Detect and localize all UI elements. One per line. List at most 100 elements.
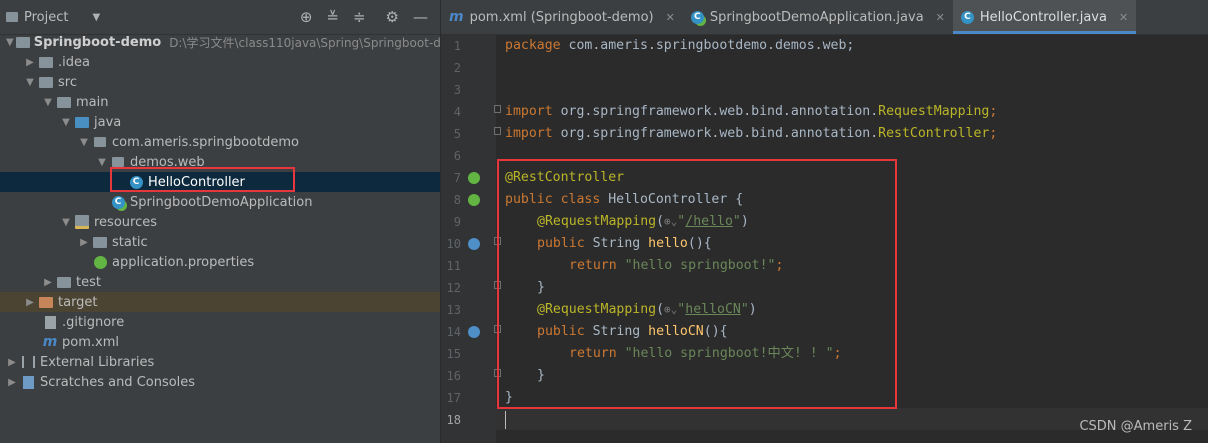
tree-item-test[interactable]: ▶ test bbox=[0, 272, 440, 292]
code-text: RestController bbox=[878, 126, 990, 141]
tree-item-springbootdemoapplication[interactable]: C SpringbootDemoApplication bbox=[0, 192, 440, 212]
close-icon[interactable]: ✕ bbox=[666, 11, 675, 24]
line-number: 14 bbox=[446, 325, 461, 339]
libraries-icon bbox=[21, 356, 35, 368]
gear-icon[interactable]: ⚙ bbox=[386, 8, 399, 26]
line-number: 6 bbox=[453, 149, 461, 163]
line-number: 13 bbox=[446, 303, 461, 317]
line-number: 16 bbox=[446, 369, 461, 383]
chevron-right-icon[interactable]: ▶ bbox=[78, 237, 90, 248]
line-number: 2 bbox=[453, 61, 461, 75]
tree-item-label: static bbox=[112, 234, 148, 250]
spring-bean-icon[interactable] bbox=[468, 194, 480, 206]
expand-all-icon[interactable]: ≚ bbox=[326, 8, 339, 26]
folder-icon bbox=[57, 276, 71, 288]
tree-item-label: Scratches and Consoles bbox=[40, 374, 196, 390]
tree-item-idea[interactable]: ▶ .idea bbox=[0, 52, 440, 72]
line-number: 11 bbox=[446, 259, 461, 273]
resources-folder-icon bbox=[75, 215, 89, 229]
tab-label: pom.xml (Springboot-demo) bbox=[469, 9, 654, 25]
tab-label: HelloController.java bbox=[979, 9, 1107, 25]
maven-icon: m bbox=[449, 9, 464, 25]
line-number: 8 bbox=[453, 193, 461, 207]
tree-item-label: target bbox=[58, 294, 98, 310]
fold-marker-icon[interactable] bbox=[494, 127, 501, 135]
folder-icon bbox=[93, 236, 107, 248]
chevron-down-icon[interactable]: ▼ bbox=[92, 12, 100, 23]
line-number: 18 bbox=[446, 413, 461, 427]
tree-item-target[interactable]: ▶ target bbox=[0, 292, 440, 312]
code-highlight-box bbox=[497, 159, 897, 409]
chevron-down-icon[interactable]: ▼ bbox=[60, 117, 72, 128]
tab-label: SpringbootDemoApplication.java bbox=[709, 9, 924, 25]
spring-class-icon: C bbox=[690, 10, 704, 24]
tree-item-application-properties[interactable]: application.properties bbox=[0, 252, 440, 272]
tab-hellocontroller[interactable]: C HelloController.java ✕ bbox=[952, 0, 1137, 34]
close-icon[interactable]: ✕ bbox=[936, 11, 945, 24]
tree-item-package-root[interactable]: ▼ com.ameris.springbootdemo bbox=[0, 132, 440, 152]
chevron-right-icon[interactable]: ▶ bbox=[6, 357, 18, 368]
line-number: 9 bbox=[453, 215, 461, 229]
module-folder-icon bbox=[15, 36, 30, 48]
package-icon bbox=[94, 137, 106, 147]
maven-icon: m bbox=[42, 334, 58, 350]
chevron-right-icon[interactable]: ▶ bbox=[24, 297, 36, 308]
chevron-right-icon[interactable]: ▶ bbox=[24, 57, 36, 68]
tree-item-gitignore[interactable]: .gitignore bbox=[0, 312, 440, 332]
spring-bean-icon[interactable] bbox=[468, 172, 480, 184]
tree-item-scratches[interactable]: ▶ Scratches and Consoles bbox=[0, 372, 440, 392]
highlight-box bbox=[110, 167, 295, 192]
source-folder-icon bbox=[75, 116, 89, 128]
code-line-1: package com.ameris.springbootdemo.demos.… bbox=[505, 35, 854, 57]
chevron-down-icon[interactable]: ▼ bbox=[60, 217, 72, 228]
keyword: import bbox=[505, 126, 553, 141]
tree-item-resources[interactable]: ▼ resources bbox=[0, 212, 440, 232]
tree-item-label: main bbox=[76, 94, 109, 110]
watermark: CSDN @Ameris Z bbox=[1079, 419, 1192, 434]
code-text: org.springframework.web.bind.annotation. bbox=[552, 126, 879, 141]
tree-item-label: .idea bbox=[58, 54, 90, 70]
chevron-right-icon[interactable]: ▶ bbox=[6, 377, 18, 388]
excluded-folder-icon bbox=[39, 296, 53, 308]
chevron-down-icon[interactable]: ▼ bbox=[6, 37, 14, 48]
tree-item-java[interactable]: ▼ java bbox=[0, 112, 440, 132]
project-view-selector[interactable]: Project ▼ bbox=[6, 10, 100, 25]
tab-springbootdemoapplication[interactable]: C SpringbootDemoApplication.java ✕ bbox=[683, 0, 953, 34]
tree-item-label: resources bbox=[94, 214, 158, 230]
line-number: 15 bbox=[446, 347, 461, 361]
chevron-down-icon[interactable]: ▼ bbox=[42, 97, 54, 108]
locate-icon[interactable]: ⊕ bbox=[300, 8, 313, 26]
tree-item-pom-xml[interactable]: m pom.xml bbox=[0, 332, 440, 352]
line-number: 10 bbox=[446, 237, 461, 251]
folder-icon bbox=[57, 96, 71, 108]
chevron-right-icon[interactable]: ▶ bbox=[42, 277, 54, 288]
tree-item-main[interactable]: ▼ main bbox=[0, 92, 440, 112]
class-icon: C bbox=[960, 10, 974, 24]
web-endpoint-icon[interactable] bbox=[468, 238, 480, 250]
chevron-down-icon[interactable]: ▼ bbox=[78, 137, 90, 148]
project-icon bbox=[6, 12, 18, 22]
file-icon bbox=[44, 315, 56, 329]
tree-item-label: java bbox=[94, 114, 122, 130]
code-line-4: import org.springframework.web.bind.anno… bbox=[505, 104, 998, 119]
editor-tabs: m pom.xml (Springboot-demo) ✕ C Springbo… bbox=[441, 0, 1208, 35]
tree-item-label: pom.xml bbox=[62, 334, 119, 350]
collapse-all-icon[interactable]: ≑ bbox=[353, 8, 366, 26]
editor-gutter: 1 2 3 4 5 6 7 8 9 10 11 12 13 14 15 16 1… bbox=[441, 35, 501, 443]
tree-item-springboot-demo[interactable]: ▼ Springboot-demo D:\学习文件\class110java\S… bbox=[0, 32, 440, 52]
code-text: RequestMapping bbox=[878, 104, 990, 119]
tree-item-label: test bbox=[76, 274, 101, 290]
tree-item-label: External Libraries bbox=[40, 354, 155, 370]
chevron-down-icon[interactable]: ▼ bbox=[96, 157, 108, 168]
tree-item-external-libraries[interactable]: ▶ External Libraries bbox=[0, 352, 440, 372]
project-panel: Project ▼ ⊕ ≚ ≑ ⚙ — ▼ Springboot-demo D:… bbox=[0, 0, 440, 443]
tab-pom-xml[interactable]: m pom.xml (Springboot-demo) ✕ bbox=[441, 0, 683, 34]
minimize-icon[interactable]: — bbox=[413, 8, 428, 26]
tree-item-src[interactable]: ▼ src bbox=[0, 72, 440, 92]
web-endpoint-icon[interactable] bbox=[468, 326, 480, 338]
chevron-down-icon[interactable]: ▼ bbox=[24, 77, 36, 88]
folder-icon bbox=[39, 76, 53, 88]
close-icon[interactable]: ✕ bbox=[1119, 11, 1128, 24]
fold-marker-icon[interactable] bbox=[494, 105, 501, 113]
tree-item-static[interactable]: ▶ static bbox=[0, 232, 440, 252]
